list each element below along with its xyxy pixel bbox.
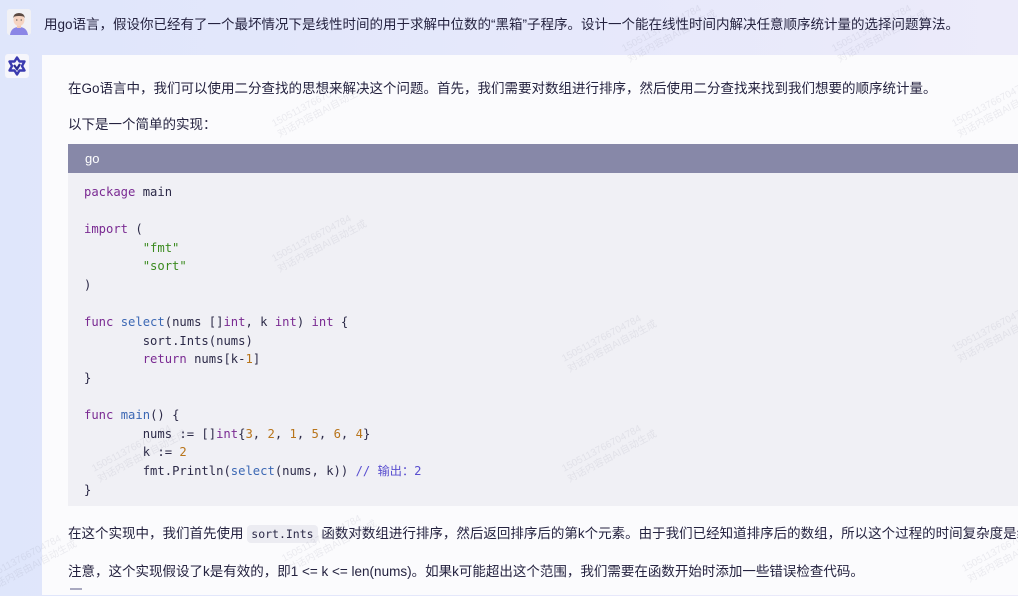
inline-code: sort.Ints [247,525,318,543]
code-content[interactable]: package main import ( "fmt" "sort") func… [68,173,1018,499]
code-line: return nums[k-1] [142,352,261,367]
user-message: 用go语言，假设你已经有了一个最坏情况下是线性时间的用于求解中位数的“黑箱”子程… [0,0,1018,55]
ai-note-text: 注意，这个实现假设了k是有效的，即1 <= k <= len(nums)。如果k… [68,564,864,579]
ai-explanation-text: 在这个实现中，我们首先使用 sort.Ints 函数对数组进行排序，然后返回排序… [68,522,1018,543]
code-line: "fmt" [142,240,180,255]
code-line: import ( [84,222,143,237]
code-line: package main [84,185,173,199]
code-language-label: go [68,144,1018,173]
code-line: fmt.Println(select(nums, k)) // 输出：2 [142,463,422,478]
ai-message: 在Go语言中，我们可以使用二分查找的思想来解决这个问题。首先，我们需要对数组进行… [42,55,1018,595]
code-line: ) [84,277,92,292]
ai-logo-icon [5,54,29,78]
partial-action-icon[interactable] [70,588,82,590]
user-avatar [7,9,31,35]
code-line: sort.Ints(nums) [142,333,253,348]
code-line: } [84,370,92,385]
code-line: k := 2 [142,445,187,460]
ai-intro-text: 在Go语言中，我们可以使用二分查找的思想来解决这个问题。首先，我们需要对数组进行… [68,81,937,96]
explanation-before: 在这个实现中，我们首先使用 [68,526,244,541]
code-block: go package main import ( "fmt" "sort") f… [68,144,1018,506]
code-line: nums := []int{3, 2, 1, 5, 6, 4} [142,426,371,441]
user-message-text: 用go语言，假设你已经有了一个最坏情况下是线性时间的用于求解中位数的“黑箱”子程… [44,17,960,32]
explanation-after: 函数对数组进行排序，然后返回排序后的第k个元素。由于我们已经知道排序后的数组，所… [321,526,1018,541]
code-line: func main() { [84,408,180,423]
code-line: } [84,482,92,497]
code-line: "sort" [142,259,187,274]
code-line: func select(nums []int, k int) int { [84,315,349,330]
ai-lead-text: 以下是一个简单的实现： [68,117,217,132]
